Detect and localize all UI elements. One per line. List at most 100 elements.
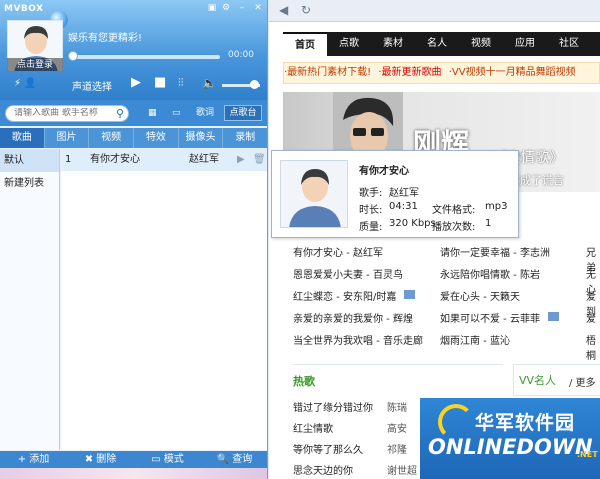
volume-icon[interactable]: 🔈 bbox=[202, 76, 217, 90]
song-link[interactable]: 恩恩爱爱小夫妻 - 百灵鸟 bbox=[293, 266, 403, 281]
play-icon[interactable]: ▶ bbox=[237, 149, 245, 171]
song-grid-row: 亲爱的亲爱的我爱你 - 辉煌 如果可以不爱 - 云菲菲 爱 bbox=[293, 307, 600, 329]
add-button[interactable]: + 添加 bbox=[0, 451, 67, 468]
color-icon[interactable]: ▦ bbox=[148, 105, 157, 121]
minimize-icon[interactable]: – bbox=[236, 3, 248, 14]
nav-materials[interactable]: 素材 bbox=[371, 32, 415, 56]
tab-songs[interactable]: 歌曲 bbox=[0, 128, 45, 148]
playlist-sidebar: 默认 新建列表 bbox=[0, 149, 60, 450]
request-button[interactable]: 点歌台 bbox=[224, 105, 262, 121]
mv-icon[interactable] bbox=[548, 312, 559, 321]
tab-pictures[interactable]: 图片 bbox=[45, 128, 90, 148]
nav-celebrities[interactable]: 名人 bbox=[415, 32, 459, 56]
hot-song-title[interactable]: 等你等了那么久 bbox=[293, 441, 363, 456]
player-tabs: 歌曲 图片 视频 特效 摄像头 录制 bbox=[0, 128, 267, 148]
news-marquee: ·最新热门素材下载! ·最新更新歌曲 ·VV视频十一月精品舞蹈视频 bbox=[283, 62, 600, 84]
plays-label: 播放次数: bbox=[432, 222, 476, 233]
watermark-logo: 华军软件园 ONLINEDOWN .NET bbox=[420, 398, 600, 479]
hot-song-artist[interactable]: 祁隆 bbox=[387, 441, 407, 456]
song-link[interactable]: 当全世界为我欢唱 - 音乐走廊 bbox=[293, 332, 423, 347]
refresh-icon[interactable]: ↻ bbox=[301, 3, 311, 17]
stop-icon[interactable]: ■ bbox=[154, 76, 166, 90]
skin-icon[interactable]: ⚙ bbox=[220, 3, 232, 14]
marquee-link[interactable]: ·VV视频十一月精品舞蹈视频 bbox=[449, 67, 576, 78]
restore-icon[interactable]: ▣ bbox=[206, 3, 218, 14]
song-info-tooltip: 有你才安心 歌手: 赵红军 时长: 04:31 文件格式: mp3 质量: 32… bbox=[271, 150, 519, 238]
song-link[interactable]: 有你才安心 - 赵红军 bbox=[293, 244, 383, 259]
song-grid: 有你才安心 - 赵红军 请你一定要幸福 - 李志洲 兄弟 恩恩爱爱小夫妻 - 百… bbox=[293, 241, 600, 362]
more-link[interactable]: / 更多 bbox=[569, 374, 596, 389]
song-link[interactable]: 梧桐 bbox=[586, 332, 600, 362]
duration-label: 时长: bbox=[359, 205, 383, 216]
nav-community[interactable]: 社区 bbox=[547, 32, 591, 56]
mv-icon[interactable] bbox=[404, 290, 415, 299]
song-grid-row: 有你才安心 - 赵红军 请你一定要幸福 - 李志洲 兄弟 bbox=[293, 241, 600, 274]
plays-value: 1 bbox=[485, 218, 492, 229]
song-row[interactable]: 1 有你才安心 赵红军 ▶ 🗑 bbox=[61, 149, 267, 171]
tab-videos[interactable]: 视频 bbox=[89, 128, 135, 148]
delete-button[interactable]: ✖ 删除 bbox=[67, 451, 134, 468]
playlist-new[interactable]: 新建列表 bbox=[0, 172, 59, 195]
lyrics-button[interactable]: 歌词 bbox=[196, 105, 214, 121]
query-button[interactable]: 🔍 查询 bbox=[201, 451, 267, 468]
quality-label: 质量: bbox=[359, 222, 383, 233]
song-grid-row: 恩恩爱爱小夫妻 - 百灵鸟 永远陪你唱情歌 - 陈岩 无心 bbox=[293, 263, 600, 296]
song-link[interactable]: 如果可以不爱 - 云菲菲 bbox=[440, 310, 540, 325]
song-artist: 赵红军 bbox=[189, 154, 219, 165]
equalizer-icon[interactable]: ⫶⫶ bbox=[178, 76, 184, 90]
tooltip-title: 有你才安心 bbox=[359, 166, 409, 177]
screen-icon[interactable]: ▭ bbox=[172, 105, 181, 121]
nav-apps[interactable]: 应用 bbox=[503, 32, 547, 56]
player-bottom-bar: + 添加 ✖ 删除 ▭ 模式 🔍 查询 bbox=[0, 451, 267, 468]
player-header: MVBOX ▣ ⚙ – ✕ 点击登录 娱乐有您更精彩! 00:00 ⚡ 👤 声道… bbox=[0, 0, 267, 100]
quality-value: 320 Kbps bbox=[389, 218, 436, 229]
browser-toolbar: ◀ ↻ bbox=[269, 0, 600, 22]
back-icon[interactable]: ◀ bbox=[279, 3, 288, 17]
search-icon[interactable]: ⚲ bbox=[116, 107, 124, 120]
duration-value: 04:31 bbox=[389, 201, 418, 212]
tab-record[interactable]: 录制 bbox=[223, 128, 267, 148]
marquee-link[interactable]: ·最新热门素材下载! bbox=[284, 67, 371, 78]
ad-strip[interactable] bbox=[0, 468, 267, 479]
search-box[interactable]: ⚲ bbox=[5, 105, 129, 122]
song-link[interactable]: 亲爱的亲爱的我爱你 - 辉煌 bbox=[293, 310, 413, 325]
watermark-cn: 华军软件园 bbox=[475, 412, 576, 434]
channel-select-button[interactable]: 声道选择 bbox=[72, 78, 112, 93]
volume-handle[interactable] bbox=[250, 80, 259, 89]
delete-icon[interactable]: 🗑 bbox=[253, 149, 266, 171]
login-button[interactable]: 点击登录 bbox=[7, 58, 63, 72]
song-link[interactable]: 永远陪你唱情歌 - 陈岩 bbox=[440, 266, 540, 281]
hot-song-title[interactable]: 思念天边的你 bbox=[293, 462, 353, 477]
playlist-default[interactable]: 默认 bbox=[0, 149, 59, 172]
hot-song-artist[interactable]: 谢世超 bbox=[387, 462, 417, 477]
hot-song-title[interactable]: 红尘情歌 bbox=[293, 420, 333, 435]
tab-effects[interactable]: 特效 bbox=[134, 128, 179, 148]
progress-handle[interactable] bbox=[68, 51, 78, 61]
watermark-net: .NET bbox=[577, 450, 598, 459]
song-link[interactable]: 爱 bbox=[586, 310, 596, 325]
song-link[interactable]: 红尘蝶恋 - 安东阳/时嘉 bbox=[293, 288, 396, 303]
song-link[interactable]: 请你一定要幸福 - 李志洲 bbox=[440, 244, 550, 259]
user-status-icons[interactable]: ⚡ 👤 bbox=[14, 78, 37, 89]
mode-button[interactable]: ▭ 模式 bbox=[134, 451, 201, 468]
song-link[interactable]: 烟雨江南 - 蓝沁 bbox=[440, 332, 510, 347]
time-readout: 00:00 bbox=[228, 50, 254, 60]
song-link[interactable]: 爱在心头 - 天籁天 bbox=[440, 288, 520, 303]
marquee-link[interactable]: ·最新更新歌曲 bbox=[378, 67, 441, 78]
section-divider bbox=[293, 364, 503, 365]
hot-song-title[interactable]: 错过了缘分错过你 bbox=[293, 399, 373, 414]
song-grid-row: 红尘蝶恋 - 安东阳/时嘉 爱在心头 - 天籁天 爱到 bbox=[293, 285, 600, 318]
progress-bar[interactable] bbox=[70, 55, 220, 59]
song-grid-row: 当全世界为我欢唱 - 音乐走廊 烟雨江南 - 蓝沁 梧桐 bbox=[293, 329, 600, 362]
search-input[interactable] bbox=[14, 108, 114, 118]
nav-home[interactable]: 首页 bbox=[283, 32, 327, 56]
close-icon[interactable]: ✕ bbox=[252, 3, 264, 14]
play-icon[interactable]: ▶ bbox=[131, 76, 141, 90]
singer-label: 歌手: bbox=[359, 188, 383, 199]
hot-song-artist[interactable]: 陈瑞 bbox=[387, 399, 407, 414]
hot-song-artist[interactable]: 高安 bbox=[387, 420, 407, 435]
nav-videos[interactable]: 视频 bbox=[459, 32, 503, 56]
search-bar: ⚲ ▦ ▭ 歌词 点歌台 bbox=[0, 100, 267, 126]
nav-request[interactable]: 点歌 bbox=[327, 32, 371, 56]
tab-camera[interactable]: 摄像头 bbox=[179, 128, 224, 148]
